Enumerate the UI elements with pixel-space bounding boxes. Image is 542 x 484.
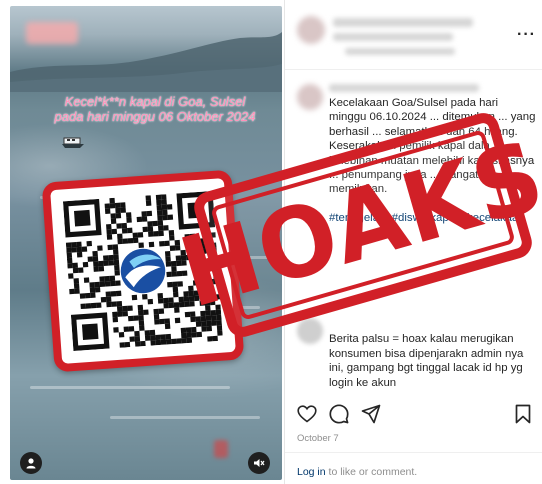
boat-icon — [62, 137, 84, 148]
blurred-username — [333, 18, 473, 27]
wave — [110, 416, 260, 419]
action-bar — [295, 402, 535, 428]
more-icon[interactable]: ··· — [517, 26, 536, 44]
wave — [30, 386, 230, 389]
share-icon[interactable] — [359, 402, 383, 426]
comment-text: Berita palsu = hoax kalau merugikan kons… — [329, 333, 524, 389]
heart-icon[interactable] — [295, 402, 319, 426]
post-header: ··· — [285, 0, 542, 70]
bookmark-icon[interactable] — [511, 402, 535, 426]
divider — [285, 452, 542, 453]
mute-icon[interactable] — [248, 452, 270, 474]
post-date: October 7 — [297, 433, 339, 444]
blurred-location — [345, 48, 455, 55]
caption-line-1: Kecel*k**n kapal di Goa, Sulsel — [64, 94, 246, 109]
caption-line-2: pada hari minggu 06 Oktober 2024 — [54, 109, 256, 124]
login-prompt-text: to like or comment. — [325, 466, 418, 478]
login-prompt: Log in to like or comment. — [297, 466, 417, 478]
profile-icon[interactable] — [20, 452, 42, 474]
comment-avatar — [297, 318, 323, 344]
blurred-red-mark — [214, 440, 228, 458]
comment-icon[interactable] — [327, 402, 351, 426]
blurred-author-avatar — [297, 84, 323, 110]
blurred-subtitle — [333, 33, 453, 41]
video-caption: Kecel*k**n kapal di Goa, Sulsel pada har… — [40, 94, 270, 124]
blurred-author-name — [329, 84, 479, 92]
login-link[interactable]: Log in — [297, 466, 326, 478]
blurred-avatar — [297, 16, 325, 44]
blurred-username-tag — [26, 22, 78, 44]
